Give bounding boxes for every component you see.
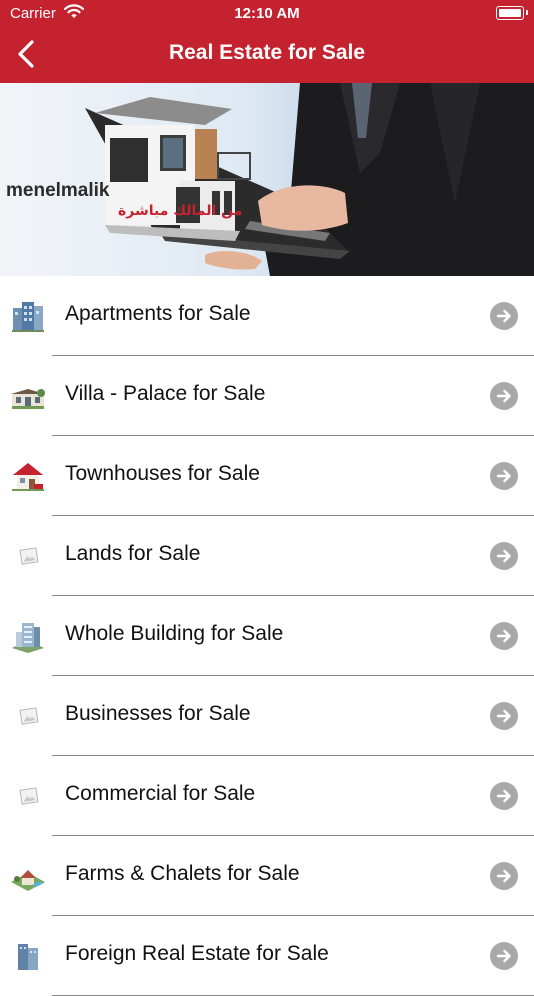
list-item-villa[interactable]: Villa - Palace for Sale	[0, 356, 534, 436]
brand-tagline-arabic: من المالك مباشرة	[118, 203, 242, 219]
list-item-label: Foreign Real Estate for Sale	[65, 942, 329, 965]
list-item-commercial[interactable]: Commercial for Sale	[0, 756, 534, 836]
promo-banner: menelmalik من المالك مباشرة	[0, 83, 534, 276]
status-bar: Carrier 12:10 AM	[0, 0, 534, 28]
list-item-label: Farms & Chalets for Sale	[65, 862, 300, 885]
arrow-right-circle-icon[interactable]	[490, 462, 518, 490]
placeholder-image-icon	[19, 547, 39, 565]
list-item-businesses[interactable]: Businesses for Sale	[0, 676, 534, 756]
list-item-label: Businesses for Sale	[65, 702, 251, 725]
list-item-label: Villa - Palace for Sale	[65, 382, 266, 405]
arrow-right-circle-icon[interactable]	[490, 942, 518, 970]
apartment-building-icon	[12, 302, 44, 332]
arrow-right-circle-icon[interactable]	[490, 542, 518, 570]
villa-icon	[11, 389, 45, 409]
townhouse-icon	[12, 463, 44, 491]
foreign-building-icon	[18, 944, 38, 970]
list-item-label: Apartments for Sale	[65, 302, 251, 325]
list-item-label: Commercial for Sale	[65, 782, 256, 805]
arrow-right-circle-icon[interactable]	[490, 622, 518, 650]
brand-logo-text: menelmalik	[6, 180, 110, 201]
category-list: Apartments for Sale Villa - Palace for S…	[0, 276, 534, 996]
farm-chalet-icon	[11, 870, 45, 891]
list-item-townhouses[interactable]: Townhouses for Sale	[0, 436, 534, 516]
list-item-label: Lands for Sale	[65, 542, 201, 565]
list-item-foreign-real-estate[interactable]: Foreign Real Estate for Sale	[0, 916, 534, 996]
arrow-right-circle-icon[interactable]	[490, 782, 518, 810]
page-title: Real Estate for Sale	[168, 41, 366, 64]
navigation-bar: Carrier 12:10 AM Real Estate for Sale	[0, 0, 534, 83]
placeholder-image-icon	[19, 707, 39, 725]
arrow-right-circle-icon[interactable]	[490, 702, 518, 730]
list-item-farms-chalets[interactable]: Farms & Chalets for Sale	[0, 836, 534, 916]
battery-icon	[496, 6, 528, 20]
list-item-apartments[interactable]: Apartments for Sale	[0, 276, 534, 356]
whole-building-icon	[12, 623, 44, 653]
list-item-whole-building[interactable]: Whole Building for Sale	[0, 596, 534, 676]
arrow-right-circle-icon[interactable]	[490, 302, 518, 330]
placeholder-image-icon	[19, 787, 39, 805]
clock: 12:10 AM	[234, 5, 300, 22]
arrow-right-circle-icon[interactable]	[490, 862, 518, 890]
list-item-label: Whole Building for Sale	[65, 622, 284, 645]
list-item-lands[interactable]: Lands for Sale	[0, 516, 534, 596]
banner-illustration: menelmalik من المالك مباشرة	[0, 83, 534, 276]
arrow-right-circle-icon[interactable]	[490, 382, 518, 410]
list-item-label: Townhouses for Sale	[65, 462, 260, 485]
